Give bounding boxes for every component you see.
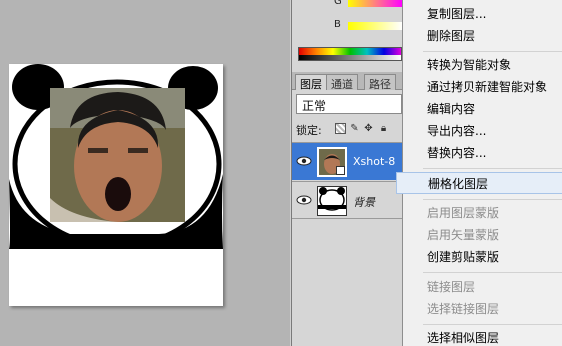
lock-row: 锁定: ✎ ✥ 🔒︎ — [296, 122, 402, 138]
layer-row-xshot[interactable]: Xshot-8 — [292, 142, 402, 180]
menu-item-replace-contents[interactable]: 替换内容... — [403, 142, 562, 164]
g-channel-track[interactable] — [348, 0, 402, 7]
menu-item-edit-contents[interactable]: 编辑内容 — [403, 98, 562, 120]
menu-item-convert-to-smart-object[interactable]: 转换为智能对象 — [403, 54, 562, 76]
g-channel-label: G — [334, 0, 342, 7]
menu-separator — [423, 272, 562, 273]
menu-item-enable-layer-mask[interactable]: 启用图层蒙版 — [403, 202, 562, 224]
menu-separator — [423, 51, 562, 52]
menu-item-delete-layer[interactable]: 删除图层 — [403, 25, 562, 47]
tab-layers[interactable]: 图层 — [295, 74, 327, 91]
layer-context-menu: 复制图层... 删除图层 转换为智能对象 通过拷贝新建智能对象 编辑内容 导出内… — [396, 0, 562, 346]
menu-item-enable-vector-mask[interactable]: 启用矢量蒙版 — [403, 224, 562, 246]
canvas-area[interactable] — [0, 0, 290, 346]
menu-separator — [423, 168, 562, 169]
tab-channels[interactable]: 通道 — [326, 74, 358, 91]
document-canvas[interactable] — [9, 64, 223, 306]
layer-thumbnail — [317, 186, 347, 216]
layer-row-background[interactable]: 背景 — [292, 181, 402, 219]
visibility-eye-icon[interactable] — [296, 155, 312, 167]
menu-item-rasterize-layer[interactable]: 栅格化图层 — [396, 172, 562, 194]
menu-item-export-contents[interactable]: 导出内容... — [403, 120, 562, 142]
layer-name: Xshot-8 — [353, 155, 396, 168]
visibility-eye-icon[interactable] — [296, 194, 312, 206]
b-channel-track[interactable] — [348, 22, 402, 30]
g-channel-slider[interactable]: G — [292, 0, 402, 10]
blend-mode-select[interactable]: 正常 — [296, 94, 402, 114]
tab-paths[interactable]: 路径 — [364, 74, 396, 91]
b-channel-slider[interactable]: B — [292, 19, 402, 33]
menu-item-link-layers[interactable]: 链接图层 — [403, 276, 562, 298]
layer-thumbnail — [317, 147, 347, 177]
layer-name: 背景 — [353, 196, 375, 209]
menu-item-select-similar-layers[interactable]: 选择相似图层 — [403, 327, 562, 346]
color-spectrum-bar[interactable] — [298, 47, 402, 61]
smart-object-badge-icon — [336, 166, 345, 175]
menu-item-duplicate-layer[interactable]: 复制图层... — [403, 3, 562, 25]
lock-all-icon[interactable]: 🔒︎ — [378, 123, 389, 134]
lock-image-pixels-icon[interactable]: ✎ — [349, 123, 360, 134]
lock-transparent-pixels-icon[interactable] — [335, 123, 346, 134]
b-channel-label: B — [334, 19, 341, 30]
layers-panel: G B 图层 通道 路径 正常 锁定: ✎ ✥ 🔒︎ Xshot-8 背景 — [292, 0, 402, 346]
menu-item-new-smart-object-via-copy[interactable]: 通过拷贝新建智能对象 — [403, 76, 562, 98]
menu-item-create-clipping-mask[interactable]: 创建剪贴蒙版 — [403, 246, 562, 268]
panel-tabs: 图层 通道 路径 — [292, 72, 402, 91]
face-photo — [50, 88, 185, 222]
lock-label: 锁定: — [296, 124, 322, 137]
lock-position-icon[interactable]: ✥ — [363, 123, 374, 134]
menu-item-select-linked-layers[interactable]: 选择链接图层 — [403, 298, 562, 320]
menu-separator — [423, 324, 562, 325]
menu-separator — [423, 199, 562, 200]
